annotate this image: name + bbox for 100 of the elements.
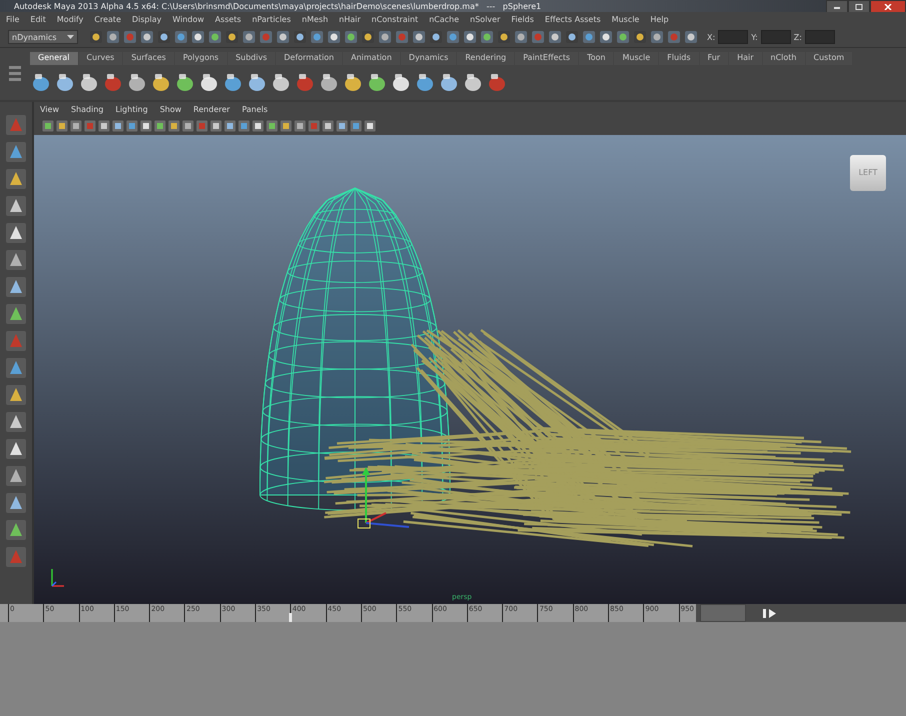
tool-icon[interactable] (5, 438, 27, 460)
tool-icon[interactable] (565, 30, 579, 44)
shelf-tab[interactable]: Hair (729, 52, 762, 65)
menu-item[interactable]: Edit (30, 15, 46, 24)
shelf-tab[interactable]: Animation (342, 52, 400, 65)
view-option-icon[interactable] (42, 120, 54, 132)
current-frame-field[interactable] (700, 604, 746, 622)
menu-item[interactable]: nSolver (470, 15, 500, 24)
shelf-tab[interactable]: Deformation (276, 52, 342, 65)
tool-icon[interactable] (242, 30, 256, 44)
shelf-tab[interactable]: Polygons (174, 52, 227, 65)
tool-icon[interactable] (599, 30, 613, 44)
tool-icon[interactable] (5, 519, 27, 541)
panel-menu-item[interactable]: Show (160, 105, 182, 118)
shelf-tab[interactable]: Curves (78, 52, 122, 65)
view-option-icon[interactable] (112, 120, 124, 132)
tool-icon[interactable] (5, 141, 27, 163)
tool-icon[interactable] (446, 30, 460, 44)
current-time-marker[interactable] (289, 613, 292, 622)
shelf-tool-icon[interactable] (438, 71, 460, 93)
lumber-pile-drawing[interactable] (324, 328, 852, 548)
menu-item[interactable]: Create (94, 15, 121, 24)
tool-icon[interactable] (582, 30, 596, 44)
tool-icon[interactable] (5, 276, 27, 298)
shelf-tab[interactable]: Surfaces (123, 52, 174, 65)
tool-icon[interactable] (293, 30, 307, 44)
view-option-icon[interactable] (294, 120, 306, 132)
menu-item[interactable]: nHair (339, 15, 361, 24)
menu-item[interactable]: nCache (429, 15, 460, 24)
view-option-icon[interactable] (238, 120, 250, 132)
coordinate-field[interactable] (804, 30, 835, 44)
coordinate-field[interactable] (718, 30, 748, 44)
shelf-tab[interactable]: Subdivs (228, 52, 276, 65)
tool-icon[interactable] (5, 168, 27, 190)
shelf-tool-icon[interactable] (174, 71, 196, 93)
menu-item[interactable]: nConstraint (372, 15, 418, 24)
tool-icon[interactable] (5, 195, 27, 217)
shelf-tool-icon[interactable] (222, 71, 244, 93)
tool-icon[interactable] (208, 30, 222, 44)
tool-icon[interactable] (497, 30, 511, 44)
tool-icon[interactable] (157, 30, 171, 44)
tool-icon[interactable] (5, 303, 27, 325)
menu-item[interactable]: Help (650, 15, 669, 24)
shelf-tool-icon[interactable] (54, 71, 76, 93)
shelf-tab[interactable]: Rendering (457, 52, 514, 65)
tool-icon[interactable] (5, 357, 27, 379)
view-option-icon[interactable] (98, 120, 110, 132)
tool-icon[interactable] (191, 30, 205, 44)
tool-icon[interactable] (463, 30, 477, 44)
tool-icon[interactable] (650, 30, 664, 44)
tool-icon[interactable] (106, 30, 120, 44)
move-manipulator-icon[interactable] (358, 466, 410, 528)
shelf-tool-icon[interactable] (366, 71, 388, 93)
shelf-tool-icon[interactable] (30, 71, 52, 93)
panel-menu-item[interactable]: Lighting (115, 105, 148, 118)
shelf-tool-icon[interactable] (150, 71, 172, 93)
menu-item[interactable]: Fields (511, 15, 534, 24)
shelf-tool-icon[interactable] (318, 71, 340, 93)
panel-menu-item[interactable]: Shading (70, 105, 104, 118)
view-option-icon[interactable] (70, 120, 82, 132)
shelf-tool-icon[interactable] (414, 71, 436, 93)
shelf-tool-icon[interactable] (198, 71, 220, 93)
shelf-tab[interactable]: Fluids (659, 52, 699, 65)
tool-icon[interactable] (684, 30, 698, 44)
view-option-icon[interactable] (350, 120, 362, 132)
panel-menu-item[interactable]: View (40, 105, 59, 118)
tool-icon[interactable] (5, 384, 27, 406)
menu-item[interactable]: File (6, 15, 20, 24)
tool-icon[interactable] (174, 30, 188, 44)
shelf-tool-icon[interactable] (462, 71, 484, 93)
tool-icon[interactable] (361, 30, 375, 44)
view-option-icon[interactable] (224, 120, 236, 132)
shelf-tool-icon[interactable] (390, 71, 412, 93)
view-option-icon[interactable] (364, 120, 376, 132)
tool-icon[interactable] (5, 222, 27, 244)
tool-icon[interactable] (327, 30, 341, 44)
shelf-tool-icon[interactable] (342, 71, 364, 93)
menu-item[interactable]: Muscle (612, 15, 640, 24)
tool-icon[interactable] (5, 411, 27, 433)
shelf-tool-icon[interactable] (270, 71, 292, 93)
tool-icon[interactable] (378, 30, 392, 44)
tool-icon[interactable] (225, 30, 239, 44)
tool-icon[interactable] (548, 30, 562, 44)
view-option-icon[interactable] (336, 120, 348, 132)
close-icon[interactable] (883, 4, 893, 10)
menu-item[interactable]: Modify (56, 15, 84, 24)
view-option-icon[interactable] (252, 120, 264, 132)
shelf-tool-icon[interactable] (246, 71, 268, 93)
coordinate-field[interactable] (760, 30, 791, 44)
shelf-tab[interactable]: Toon (579, 52, 614, 65)
shelf-tab[interactable]: Muscle (614, 52, 658, 65)
shelf-tool-icon[interactable] (102, 71, 124, 93)
view-option-icon[interactable] (280, 120, 292, 132)
shelf-tool-icon[interactable] (126, 71, 148, 93)
view-option-icon[interactable] (154, 120, 166, 132)
view-option-icon[interactable] (322, 120, 334, 132)
shelf-tab[interactable]: Fur (700, 52, 728, 65)
shelf-tool-icon[interactable] (294, 71, 316, 93)
view-option-icon[interactable] (210, 120, 222, 132)
view-option-icon[interactable] (168, 120, 180, 132)
